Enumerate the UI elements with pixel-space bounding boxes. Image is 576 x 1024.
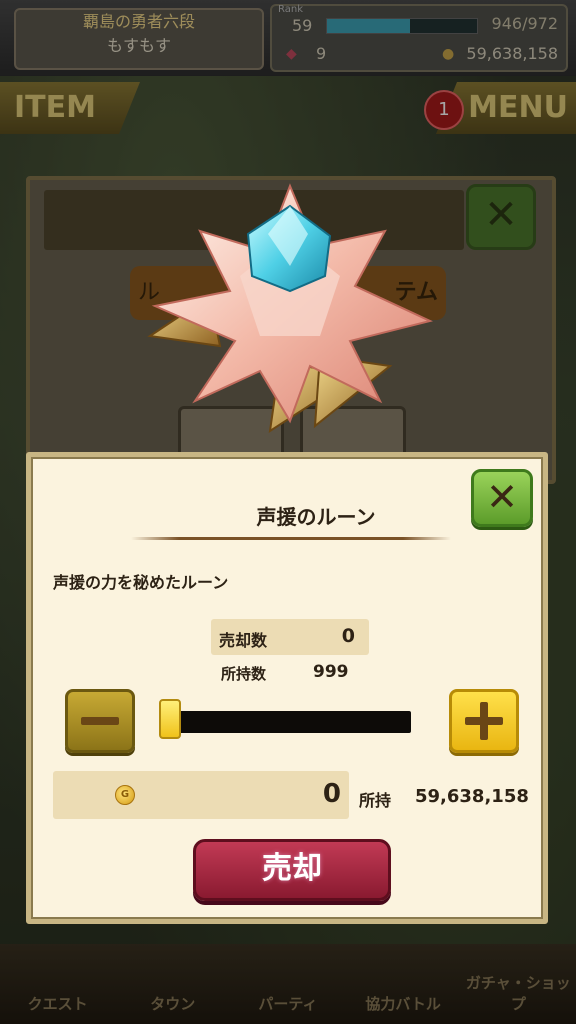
dialog-title: 声援のルーン (256, 505, 376, 529)
decrease-button[interactable] (65, 689, 135, 753)
held-gold-value: 59,638,158 (415, 786, 529, 807)
sell-price-box: G 0 (53, 771, 349, 819)
held-gold-label: 所持 (359, 791, 392, 810)
sell-price-value: 0 (322, 779, 341, 809)
close-icon: ✕ (486, 475, 518, 519)
quantity-slider-thumb[interactable] (159, 699, 181, 739)
owned-count-label: 所持数 (221, 665, 267, 683)
sell-count-box: 売却数 0 (211, 619, 369, 655)
quantity-slider-track[interactable] (161, 711, 411, 733)
minus-icon (81, 717, 119, 725)
sell-count-value: 0 (341, 625, 355, 647)
item-description: 声援の力を秘めたルーン (53, 573, 229, 592)
rune-icon (147, 183, 433, 434)
close-button[interactable]: ✕ (471, 469, 533, 527)
owned-count-value: 999 (313, 662, 349, 682)
title-divider (131, 537, 451, 540)
sell-dialog: 声援のルーン ✕ 声援の力を秘めたルーン 売却数 0 所持数 999 G 0 所… (26, 452, 548, 924)
sell-button[interactable]: 売却 (193, 839, 391, 901)
sell-count-label: 売却数 (219, 631, 268, 650)
increase-button[interactable] (449, 689, 519, 753)
coin-icon: G (115, 785, 135, 805)
